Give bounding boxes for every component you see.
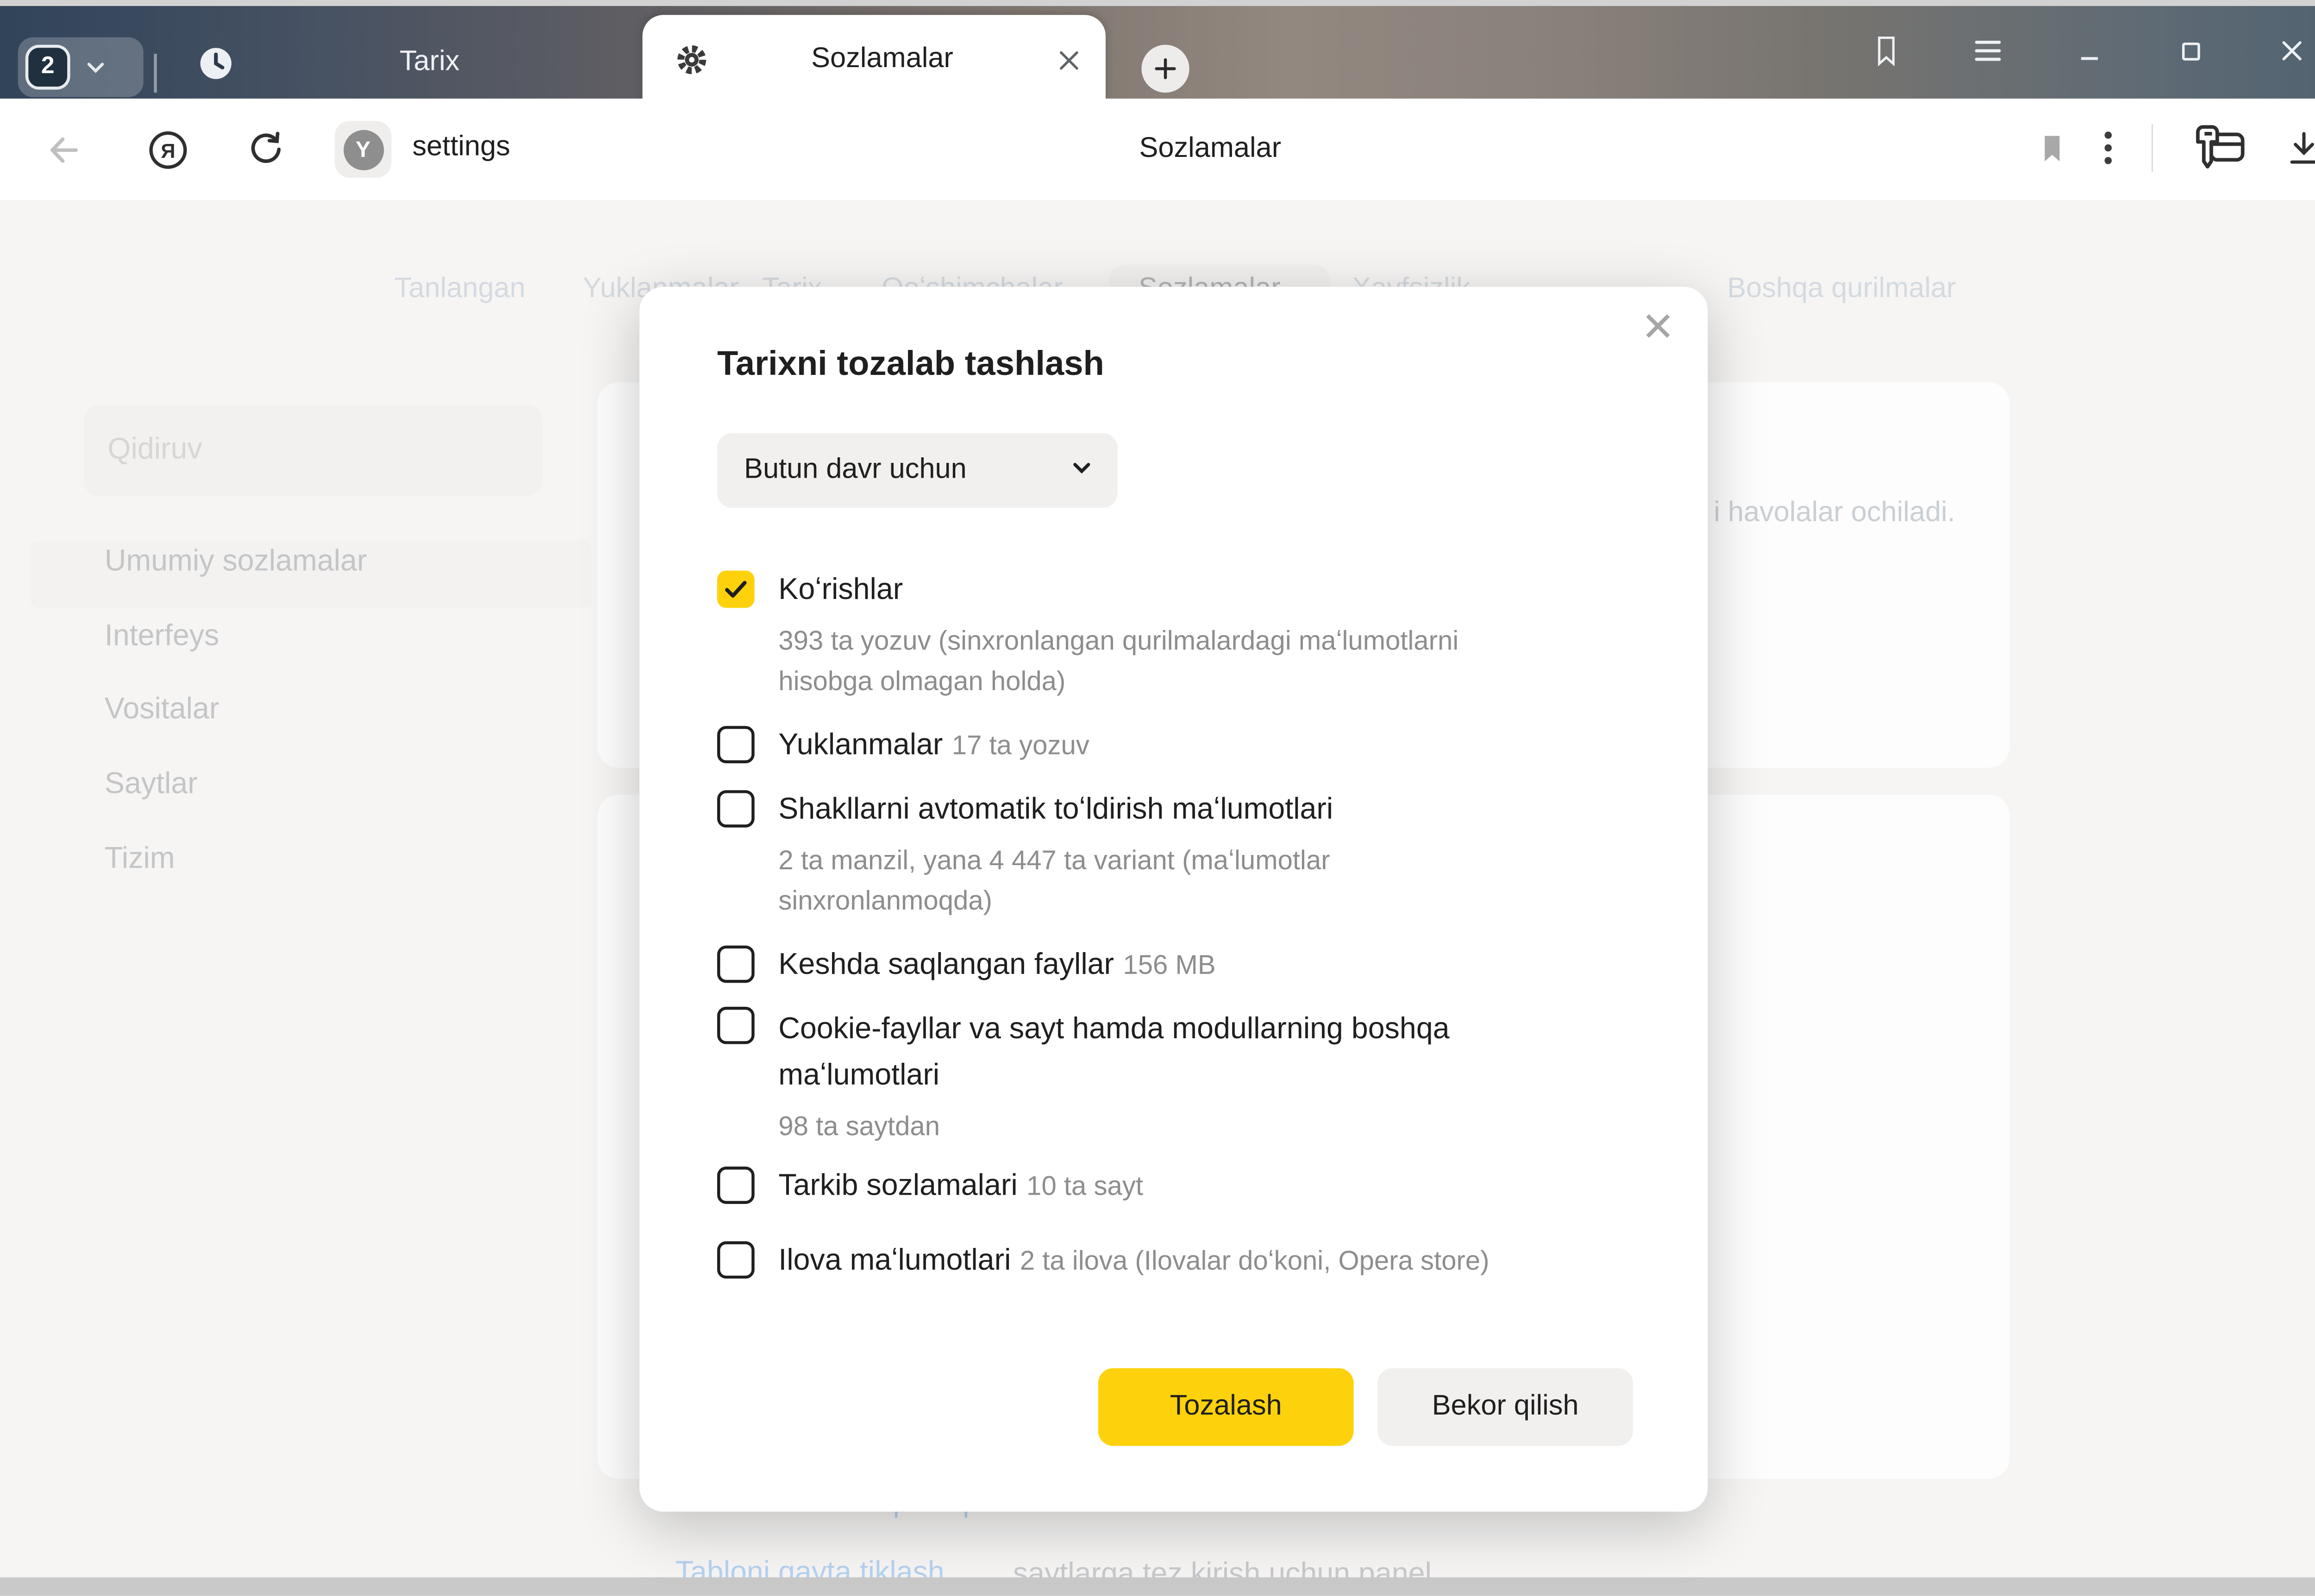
clear-item-count: 2 ta ilova (Ilovalar doʻkoni, Opera stor… [1020, 1246, 1489, 1276]
clear-item-count: 17 ta yozuv [952, 730, 1089, 761]
period-select-value: Butun davr uchun [744, 454, 1070, 487]
clear-item-label: Keshda saqlangan fayllar156 MB [778, 946, 1215, 985]
clear-item-label: Tarkib sozlamalari10 ta sayt [778, 1166, 1143, 1205]
clear-item-row[interactable]: Koʻrishlar 393 ta yozuv (sinxronlangan q… [717, 571, 1708, 702]
clear-item-row[interactable]: Ilova maʻlumotlari2 ta ilova (Ilovalar d… [717, 1241, 1708, 1280]
panel-bookmark-icon[interactable] [1835, 34, 1936, 67]
download-icon[interactable] [2286, 130, 2315, 166]
window-bottom-border [0, 1577, 2315, 1596]
clear-button[interactable]: Tozalash [1098, 1368, 1354, 1446]
clear-item-label: Shakllarni avtomatik toʻldirish maʻlumot… [778, 790, 1436, 829]
tab-settings-label: Sozlamalar [708, 44, 1057, 76]
svg-text:Я: Я [161, 140, 175, 162]
checkbox-cookie[interactable] [717, 1007, 755, 1044]
clear-item-desc: 393 ta yozuv (sinxronlangan qurilmalarda… [778, 621, 1555, 702]
clear-history-dialog: ✕ Tarixni tozalab tashlash Butun davr uc… [639, 287, 1708, 1512]
clear-item-label: Cookie-fayllar va sayt hamda modullarnin… [778, 1007, 1577, 1099]
bookmark-icon[interactable] [2040, 132, 2065, 164]
window-minimize-button[interactable] [2038, 40, 2140, 62]
history-clock-icon [197, 44, 235, 81]
toolbar: Я Y settings Sozlamalar [0, 99, 2315, 200]
clear-item-label: Koʻrishlar [778, 571, 1555, 610]
clear-item-label: Yuklanmalar17 ta yozuv [778, 726, 1089, 765]
tab-history-label: Tarix [235, 46, 625, 79]
back-arrow-icon[interactable] [45, 131, 82, 176]
window-top-border [0, 0, 2315, 6]
site-favicon[interactable]: Y [335, 121, 392, 178]
clear-item-label: Ilova maʻlumotlari2 ta ilova (Ilovalar d… [778, 1241, 1489, 1280]
checkbox-korishlar[interactable] [717, 571, 755, 608]
tab-settings-active[interactable]: Sozlamalar [643, 15, 1106, 105]
checkbox-yuklanmalar[interactable] [717, 726, 755, 763]
gear-icon [676, 44, 708, 76]
tab-close-icon[interactable] [1056, 47, 1082, 73]
clear-item-row[interactable]: Shakllarni avtomatik toʻldirish maʻlumot… [717, 790, 1708, 922]
kebab-menu-icon[interactable] [2104, 130, 2113, 166]
clear-item-row[interactable]: Tarkib sozlamalari10 ta sayt [717, 1166, 1708, 1205]
chevron-down-icon[interactable] [84, 55, 108, 79]
menu-hamburger-icon[interactable] [1936, 39, 2038, 63]
tab-group-chip[interactable]: 2 [18, 37, 144, 97]
window-maximize-button[interactable] [2140, 40, 2241, 62]
toolbar-divider [2152, 124, 2153, 172]
tabbar-separator [154, 54, 156, 93]
yandex-browser-icon[interactable]: Я [148, 130, 188, 178]
browser-window: 2 Tarix Sozlamalar [0, 0, 2315, 1595]
tab-history[interactable]: Tarix [176, 33, 625, 93]
checkbox-shakllar[interactable] [717, 790, 755, 828]
passwords-key-card-icon[interactable] [2192, 124, 2247, 172]
tab-bar: 2 Tarix Sozlamalar [0, 6, 2315, 99]
clear-item-desc: 2 ta manzil, yana 4 447 ta variant (maʻl… [778, 841, 1436, 922]
cancel-button[interactable]: Bekor qilish [1377, 1368, 1633, 1446]
chevron-down-icon [1070, 455, 1094, 486]
dialog-close-icon[interactable]: ✕ [1635, 302, 1681, 354]
period-select[interactable]: Butun davr uchun [717, 433, 1118, 508]
clear-item-row[interactable]: Cookie-fayllar va sayt hamda modullarnin… [717, 1007, 1708, 1147]
clear-item-count: 156 MB [1123, 950, 1215, 980]
address-bar-page-title: Sozlamalar [971, 133, 1450, 166]
tab-count-badge[interactable]: 2 [25, 45, 70, 90]
window-close-button[interactable] [2241, 39, 2315, 63]
settings-favicon-glyph: Y [343, 129, 383, 169]
clear-item-desc: 98 ta saytdan [778, 1107, 1577, 1147]
clear-item-row[interactable]: Yuklanmalar17 ta yozuv [717, 726, 1708, 765]
new-tab-button[interactable] [1141, 45, 1189, 93]
clear-item-count: 10 ta sayt [1026, 1171, 1143, 1201]
address-bar-url[interactable]: settings [413, 131, 510, 164]
dialog-title: Tarixni tozalab tashlash [717, 343, 1708, 384]
clear-item-row[interactable]: Keshda saqlangan fayllar156 MB [717, 946, 1708, 985]
reload-icon[interactable] [246, 130, 285, 176]
checkbox-ilova[interactable] [717, 1241, 755, 1279]
checkbox-kesh[interactable] [717, 946, 755, 983]
checkbox-tarkib[interactable] [717, 1166, 755, 1204]
